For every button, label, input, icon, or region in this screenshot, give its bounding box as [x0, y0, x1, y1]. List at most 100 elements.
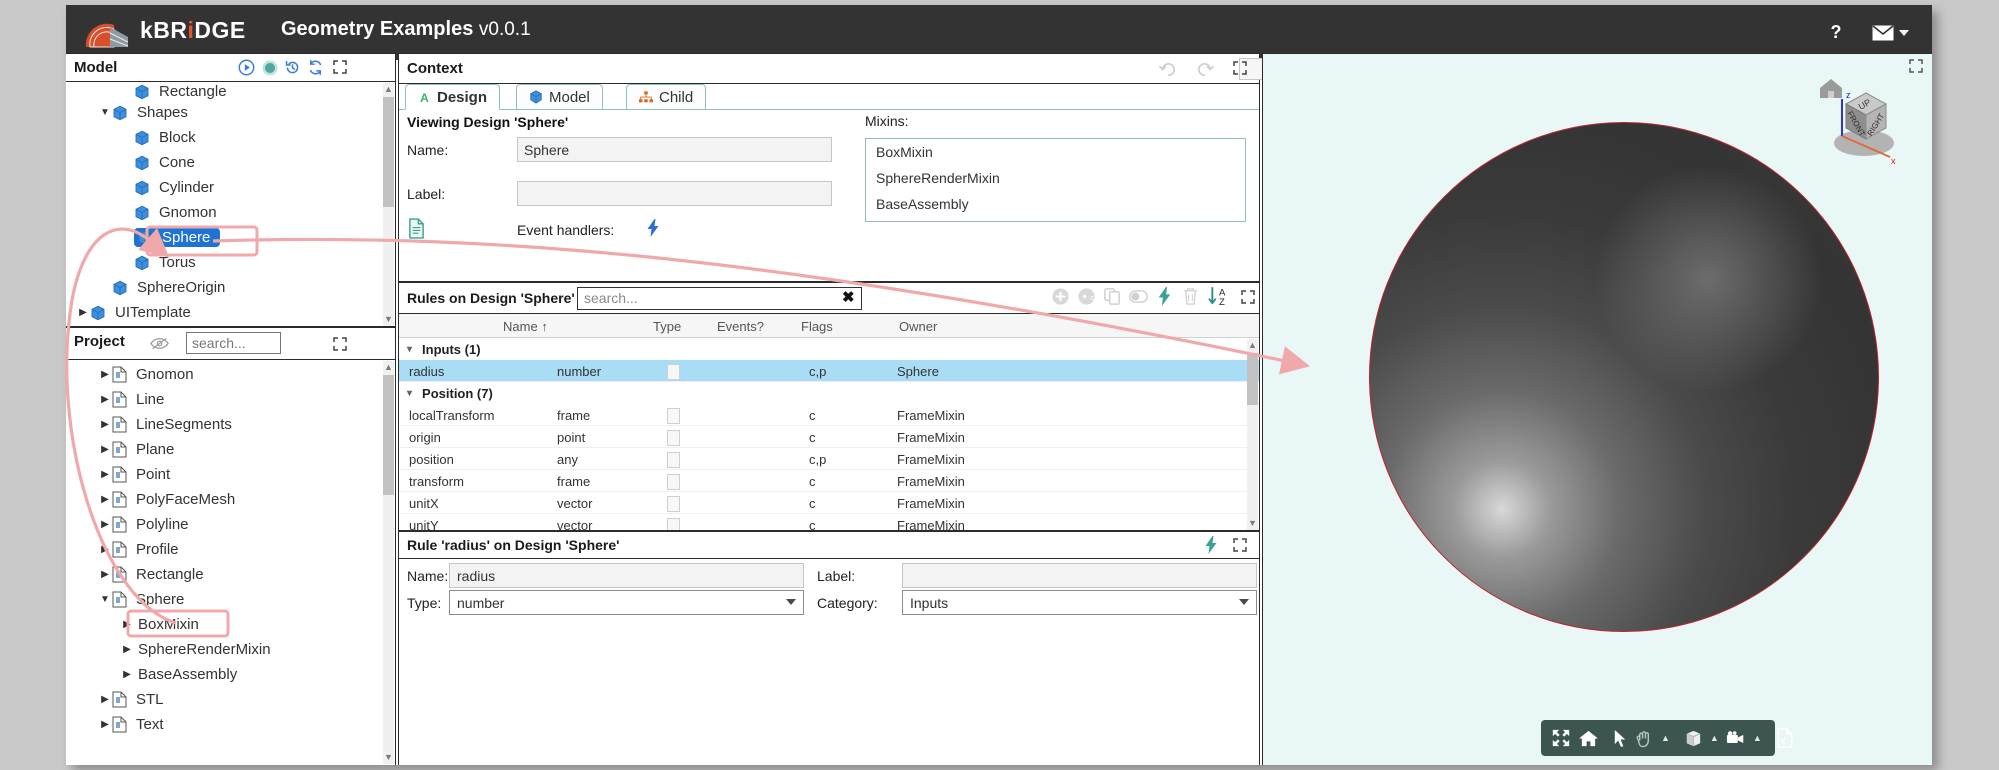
rules-scroll-thumb[interactable]	[1247, 353, 1258, 405]
history-icon[interactable]	[284, 59, 301, 76]
chevron-right-icon[interactable]: ▶	[98, 394, 112, 405]
pan-hand-icon[interactable]	[1635, 728, 1654, 748]
lightning-icon[interactable]	[1155, 287, 1174, 306]
eye-slash-icon[interactable]	[150, 336, 169, 351]
3d-viewport[interactable]: UP FRONT RIGHT z x ▲ ▲ ▲	[1262, 53, 1932, 765]
scroll-down-icon[interactable]: ▼	[1248, 519, 1257, 528]
chevron-right-icon[interactable]: ▶	[120, 669, 134, 680]
mixin-item[interactable]: SphereRenderMixin	[866, 165, 1245, 191]
dropdown-caret-icon[interactable]: ▲	[1661, 733, 1670, 743]
tree-item-stl[interactable]: ▶ STL	[66, 687, 394, 712]
tree-item-polyfacemesh[interactable]: ▶ PolyFaceMesh	[66, 487, 394, 512]
tree-item-gnomon[interactable]: Gnomon	[66, 200, 394, 225]
expand-icon[interactable]	[1232, 60, 1248, 76]
tree-item-text[interactable]: ▶ Text	[66, 712, 394, 737]
expand-icon[interactable]	[1232, 537, 1248, 553]
column-header-owner[interactable]: Owner	[899, 319, 937, 334]
tree-item-line[interactable]: ▶ Line	[66, 387, 394, 412]
table-row[interactable]: position any c,p FrameMixin	[399, 448, 1259, 470]
rules-scrollbar[interactable]: ▲ ▼	[1247, 339, 1258, 530]
column-header-flags[interactable]: Flags	[801, 319, 833, 334]
tree-item-rectangle[interactable]: ▶ Rectangle	[66, 562, 394, 587]
chevron-right-icon[interactable]: ▶	[98, 694, 112, 705]
language-menu[interactable]	[1924, 5, 1932, 60]
chevron-right-icon[interactable]: ▶	[98, 419, 112, 430]
chevron-down-icon[interactable]: ▾	[407, 388, 412, 399]
table-row[interactable]: transform frame c FrameMixin	[399, 470, 1259, 492]
chevron-right-icon[interactable]: ▶	[120, 644, 134, 655]
chevron-down-icon[interactable]: ▼	[98, 594, 112, 605]
rules-group-header[interactable]: ▾ Inputs (1)	[399, 338, 1259, 360]
model-tree[interactable]: Rectangle ▼ Shapes Block Cone Cylinder Gnomon S…	[66, 82, 394, 326]
lightning-icon[interactable]	[1205, 536, 1218, 554]
chevron-right-icon[interactable]: ▶	[98, 544, 112, 555]
chevron-right-icon[interactable]: ▶	[98, 494, 112, 505]
play-icon[interactable]	[238, 59, 255, 76]
scroll-down-icon[interactable]: ▼	[384, 315, 393, 324]
chevron-right-icon[interactable]: ▶	[98, 444, 112, 455]
rule-label-input[interactable]	[902, 563, 1257, 588]
undo-icon[interactable]	[1158, 60, 1177, 79]
lightning-icon[interactable]	[647, 219, 660, 237]
tree-item-point[interactable]: ▶ Point	[66, 462, 394, 487]
camera-icon[interactable]	[1726, 730, 1746, 747]
sort-az-icon[interactable]: AZ	[1207, 286, 1231, 307]
mixin-item[interactable]: BaseAssembly	[866, 191, 1245, 217]
rules-search-input[interactable]: search...	[577, 287, 862, 310]
scroll-up-icon[interactable]: ▲	[1248, 341, 1257, 350]
table-row[interactable]: radius number c,p Sphere	[399, 360, 1259, 382]
chevron-right-icon[interactable]: ▶	[98, 719, 112, 730]
model-scrollbar[interactable]: ▲ ▼	[383, 83, 394, 326]
tree-item-torus[interactable]: Torus	[66, 250, 394, 275]
dropdown-caret-icon[interactable]: ▲	[1710, 733, 1719, 743]
help-icon[interactable]: ?	[1821, 5, 1851, 60]
tree-item-profile[interactable]: ▶ Profile	[66, 537, 394, 562]
tree-item-polyline[interactable]: ▶ Polyline	[66, 512, 394, 537]
column-header-events[interactable]: Events?	[717, 319, 764, 334]
tree-item-cone[interactable]: Cone	[66, 150, 394, 175]
redo-icon[interactable]	[1196, 60, 1215, 79]
rules-table-body[interactable]: ▾ Inputs (1) radius number c,p Sphere ▾ Positio…	[399, 338, 1259, 530]
tree-item-shapes[interactable]: ▼ Shapes	[66, 100, 394, 125]
copy-icon[interactable]	[1103, 287, 1122, 306]
clear-search-icon[interactable]: ✖	[842, 288, 855, 306]
table-row[interactable]: unitY vector c FrameMixin	[399, 514, 1259, 530]
tree-item-plane[interactable]: ▶ Plane	[66, 437, 394, 462]
table-row[interactable]: origin point c FrameMixin	[399, 426, 1259, 448]
document-icon[interactable]	[408, 218, 425, 239]
tree-item-block[interactable]: Block	[66, 125, 394, 150]
tab-design[interactable]: A Design	[405, 84, 501, 110]
rule-events-checkbox[interactable]	[667, 496, 680, 512]
column-header-name[interactable]: Name ↑	[503, 319, 548, 334]
fit-icon[interactable]	[1551, 728, 1571, 748]
view-cube-widget[interactable]: UP FRONT RIGHT z x	[1798, 66, 1918, 176]
chevron-right-icon[interactable]: ▶	[98, 519, 112, 530]
home-icon[interactable]	[1578, 729, 1599, 748]
project-search-input[interactable]: search...	[186, 332, 281, 354]
tree-item-uitemplate[interactable]: ▶ UITemplate	[66, 300, 394, 325]
chevron-right-icon[interactable]: ▶	[98, 369, 112, 380]
chevron-right-icon[interactable]: ▶	[120, 619, 134, 630]
tree-item-boxmixin[interactable]: ▶ BoxMixin	[66, 612, 394, 637]
rules-group-header[interactable]: ▾ Position (7)	[399, 382, 1259, 404]
column-header-type[interactable]: Type	[653, 319, 681, 334]
chevron-right-icon[interactable]: ▶	[98, 569, 112, 580]
expand-icon[interactable]	[332, 59, 348, 75]
project-scroll-thumb[interactable]	[383, 375, 394, 495]
refresh-icon[interactable]	[307, 59, 324, 76]
design-label-input[interactable]	[517, 181, 832, 206]
messages-menu[interactable]	[1863, 5, 1917, 60]
rule-events-checkbox[interactable]	[667, 474, 680, 490]
tree-item-gnomon[interactable]: ▶ Gnomon	[66, 362, 394, 387]
home-icon[interactable]	[1820, 79, 1842, 98]
tab-model[interactable]: Model	[516, 84, 603, 110]
chevron-right-icon[interactable]: ▶	[76, 307, 90, 318]
tree-item-sphererendermixin[interactable]: ▶ SphereRenderMixin	[66, 637, 394, 662]
expand-icon[interactable]	[1238, 287, 1257, 306]
tree-item-sphere[interactable]: ▼ Sphere	[66, 587, 394, 612]
table-row[interactable]: localTransform frame c FrameMixin	[399, 404, 1259, 426]
rule-type-select[interactable]: number	[449, 590, 804, 615]
add-category-icon[interactable]: c	[1077, 287, 1096, 306]
design-name-input[interactable]: Sphere	[517, 137, 832, 162]
scroll-up-icon[interactable]: ▲	[384, 85, 393, 94]
